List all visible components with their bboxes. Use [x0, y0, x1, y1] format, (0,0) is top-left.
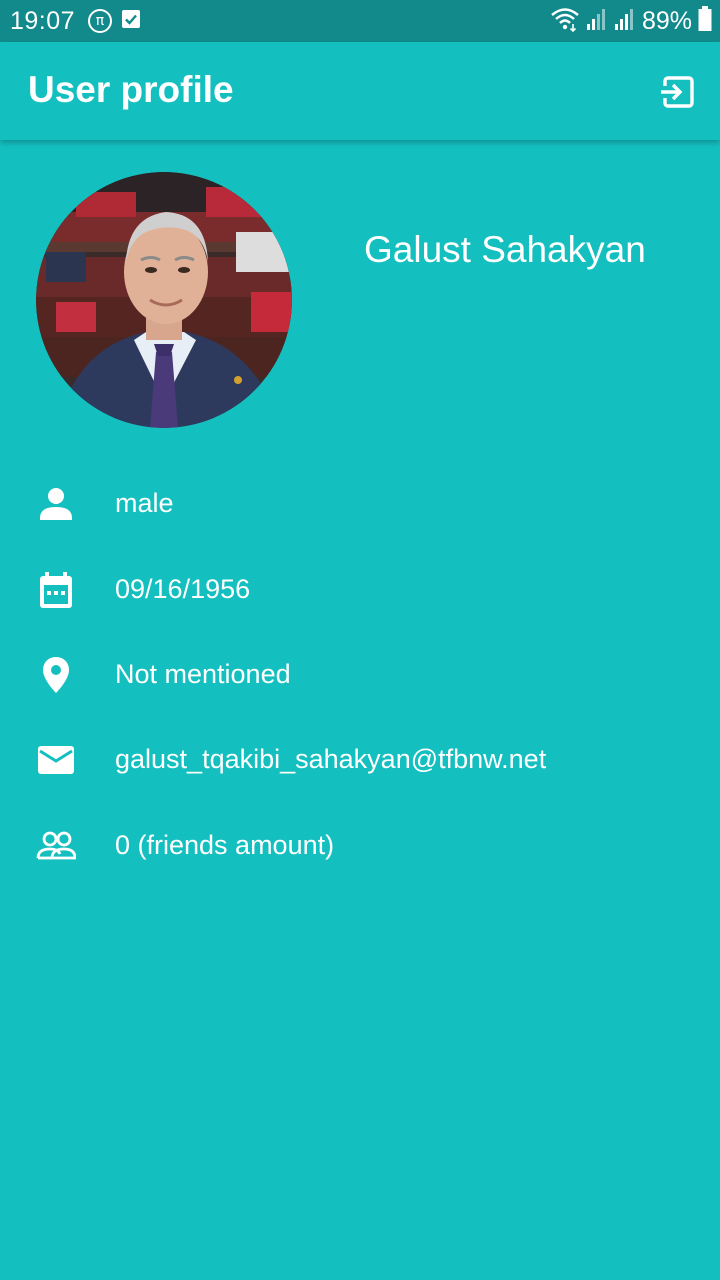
person-icon [40, 488, 72, 520]
gender-text: male [115, 488, 174, 518]
battery-percent: 89% [641, 7, 692, 35]
signal-icon-2 [614, 7, 636, 36]
birthday-row: 09/16/1956 [0, 558, 720, 618]
page-title: User profile [28, 69, 234, 110]
group-icon [36, 831, 76, 860]
email-text: galust_tqakibi_sahakyan@tfbnw.net [115, 744, 547, 774]
user-name: Galust Sahakyan [364, 229, 646, 270]
app-bar: User profile [0, 42, 720, 140]
signal-icon [586, 7, 608, 36]
logout-button[interactable] [658, 72, 698, 112]
exit-to-app-icon [661, 76, 694, 108]
status-time: 19:07 [10, 7, 76, 35]
gender-row: male [0, 472, 720, 532]
wifi-icon [550, 6, 580, 37]
location-row: Not mentioned [0, 643, 720, 703]
pi-notification-icon: π [88, 9, 112, 33]
location-text: Not mentioned [115, 659, 291, 689]
email-row: galust_tqakibi_sahakyan@tfbnw.net [0, 728, 720, 788]
friends-text: 0 (friends amount) [115, 830, 335, 860]
battery-icon [698, 5, 712, 37]
birthday-text: 09/16/1956 [115, 574, 251, 604]
status-bar: 19:07 π 89% [0, 0, 720, 42]
mail-icon [38, 746, 74, 774]
calendar-icon [40, 572, 72, 608]
avatar[interactable] [36, 172, 292, 428]
status-indicators: 89% [550, 5, 712, 37]
friends-row: 0 (friends amount) [0, 814, 720, 874]
check-notification-icon [122, 10, 140, 28]
location-pin-icon [43, 657, 69, 693]
